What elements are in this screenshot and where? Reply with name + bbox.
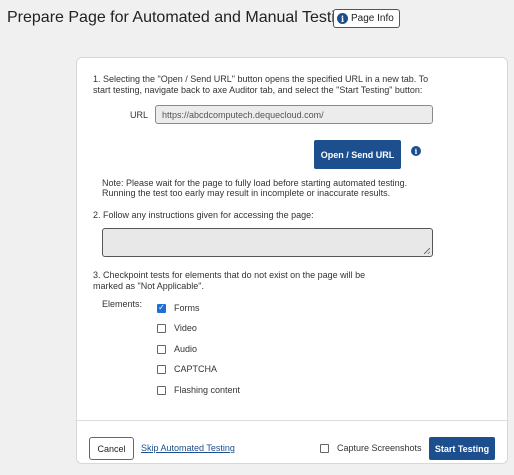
checkbox-label: Forms <box>174 303 200 313</box>
elements-label: Elements: <box>102 299 143 309</box>
checkbox-checked-icon[interactable]: ✓ <box>157 303 166 313</box>
testing-setup-card: 1. Selecting the "Open / Send URL" butto… <box>76 57 508 464</box>
info-icon: i <box>337 13 348 24</box>
element-checkbox-forms[interactable]: ✓ Forms <box>157 303 200 313</box>
element-checkbox-audio[interactable]: Audio <box>157 344 197 354</box>
capture-screenshots-checkbox[interactable]: Capture Screenshots <box>320 443 422 453</box>
resize-grip-icon[interactable] <box>424 248 430 254</box>
open-send-url-button[interactable]: Open / Send URL <box>314 140 401 169</box>
checkbox-icon[interactable] <box>320 443 329 453</box>
url-label: URL <box>130 110 149 120</box>
dialog-footer: Cancel Skip Automated Testing Capture Sc… <box>77 420 507 464</box>
step1-text: 1. Selecting the "Open / Send URL" butto… <box>93 74 429 95</box>
element-checkbox-video[interactable]: Video <box>157 323 197 333</box>
checkbox-label: Flashing content <box>174 385 241 395</box>
cancel-button[interactable]: Cancel <box>89 437 134 460</box>
start-testing-button[interactable]: Start Testing <box>429 437 495 460</box>
page-info-button[interactable]: i Page Info <box>333 9 400 28</box>
element-checkbox-flashing[interactable]: Flashing content <box>157 385 240 395</box>
prepare-page-dialog: Prepare Page for Automated and Manual Te… <box>0 0 514 475</box>
checkbox-label: CAPTCHA <box>174 364 218 374</box>
element-checkbox-captcha[interactable]: CAPTCHA <box>157 364 217 374</box>
checkbox-icon[interactable] <box>157 364 166 374</box>
info-icon[interactable]: i <box>411 146 421 156</box>
page-title: Prepare Page for Automated and Manual Te… <box>7 9 353 26</box>
page-info-label: Page Info <box>351 13 394 24</box>
load-note: Note: Please wait for the page to fully … <box>102 178 408 198</box>
checkbox-label: Video <box>174 323 197 333</box>
checkbox-icon[interactable] <box>157 323 166 333</box>
checkbox-icon[interactable] <box>157 344 166 354</box>
skip-automated-testing-link[interactable]: Skip Automated Testing <box>141 443 235 453</box>
instructions-textarea[interactable] <box>102 228 433 257</box>
checkbox-icon[interactable] <box>157 385 166 395</box>
checkbox-label: Audio <box>174 344 198 354</box>
capture-label: Capture Screenshots <box>337 443 422 453</box>
step3-text: 3. Checkpoint tests for elements that do… <box>93 270 366 291</box>
url-input[interactable] <box>155 105 433 124</box>
step2-text: 2. Follow any instructions given for acc… <box>93 210 314 220</box>
